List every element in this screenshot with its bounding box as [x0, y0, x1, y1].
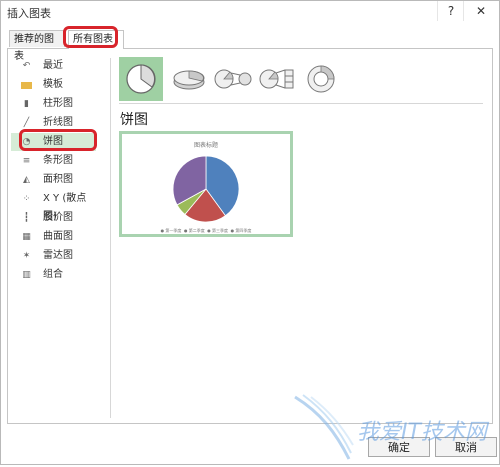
annotation-highlight-pie [19, 129, 97, 151]
pie-of-pie-icon[interactable] [211, 57, 255, 101]
ok-button[interactable]: 确定 [368, 437, 430, 457]
sidebar-item-label: 曲面图 [43, 231, 73, 242]
sidebar-item-column[interactable]: ▮ 柱形图 [11, 95, 96, 113]
legend-item: ● 第一季度 [160, 228, 182, 233]
sidebar-item-bar[interactable]: ≡ 条形图 [11, 152, 96, 170]
close-button[interactable]: ✕ [463, 1, 498, 21]
insert-chart-dialog: 插入图表 ? ✕ 推荐的图表 所有图表 ↶ 最近 模板 ▮ 柱形图 ╱ 折线图 … [0, 0, 500, 465]
sidebar-item-label: 股价图 [43, 212, 73, 223]
cancel-button[interactable]: 取消 [435, 437, 497, 457]
sidebar-item-surface[interactable]: ▦ 曲面图 [11, 228, 96, 246]
tab-recommended-charts[interactable]: 推荐的图表 [9, 30, 65, 62]
subtype-title: 饼图 [120, 112, 148, 128]
sidebar-item-label: 雷达图 [43, 250, 73, 261]
preview-pie [172, 155, 240, 223]
bar-chart-icon: ≡ [22, 156, 31, 166]
3d-pie-icon[interactable] [167, 57, 211, 101]
sidebar-item-templates[interactable]: 模板 [11, 76, 96, 94]
folder-icon [21, 82, 32, 89]
radar-chart-icon: ✶ [22, 251, 31, 261]
sidebar-item-area[interactable]: ◭ 面积图 [11, 171, 96, 189]
sidebar-item-label: 组合 [43, 269, 63, 280]
legend-item: ● 第四季度 [230, 228, 252, 233]
doughnut-icon[interactable] [299, 57, 343, 101]
stock-chart-icon: ┇ [23, 213, 30, 223]
title-bar: 插入图表 ? ✕ [1, 1, 499, 23]
sidebar-item-scatter[interactable]: ⁘ X Y (散点图) [11, 190, 96, 222]
sidebar-item-label: 面积图 [43, 174, 73, 185]
sidebar-item-label: 条形图 [43, 155, 73, 166]
subtype-separator [119, 103, 483, 104]
combo-chart-icon: ▥ [22, 270, 31, 280]
legend-label: 第三季度 [212, 228, 229, 233]
annotation-highlight-tab [63, 26, 118, 48]
preview-legend: ● 第一季度 ● 第二季度 ● 第三季度 ● 第四季度 [122, 228, 290, 234]
sidebar-item-radar[interactable]: ✶ 雷达图 [11, 247, 96, 265]
sidebar-item-recent[interactable]: ↶ 最近 [11, 57, 96, 75]
area-chart-icon: ◭ [23, 175, 30, 185]
legend-label: 第四季度 [235, 228, 252, 233]
legend-item: ● 第二季度 [183, 228, 205, 233]
chart-preview[interactable]: 图表标题 ● 第一季度 ● 第二季度 ● 第三季度 ● 第四季度 [119, 131, 293, 237]
scatter-chart-icon: ⁘ [22, 194, 31, 204]
sidebar-item-label: 柱形图 [43, 98, 73, 109]
column-chart-icon: ▮ [24, 99, 29, 109]
dialog-title: 插入图表 [7, 7, 51, 20]
surface-chart-icon: ▦ [22, 232, 31, 242]
sidebar-item-combo[interactable]: ▥ 组合 [11, 266, 96, 284]
panel-divider [110, 58, 111, 418]
sidebar-item-label: 最近 [43, 60, 63, 71]
legend-label: 第二季度 [188, 228, 205, 233]
sidebar-item-stock[interactable]: ┇ 股价图 [11, 209, 96, 227]
sidebar-item-label: 模板 [43, 79, 63, 90]
line-chart-icon: ╱ [23, 118, 30, 128]
help-button[interactable]: ? [437, 1, 464, 21]
bar-of-pie-icon[interactable] [255, 57, 299, 101]
pie-icon[interactable] [119, 57, 163, 101]
legend-label: 第一季度 [165, 228, 182, 233]
undo-icon: ↶ [22, 61, 31, 71]
legend-item: ● 第三季度 [207, 228, 229, 233]
